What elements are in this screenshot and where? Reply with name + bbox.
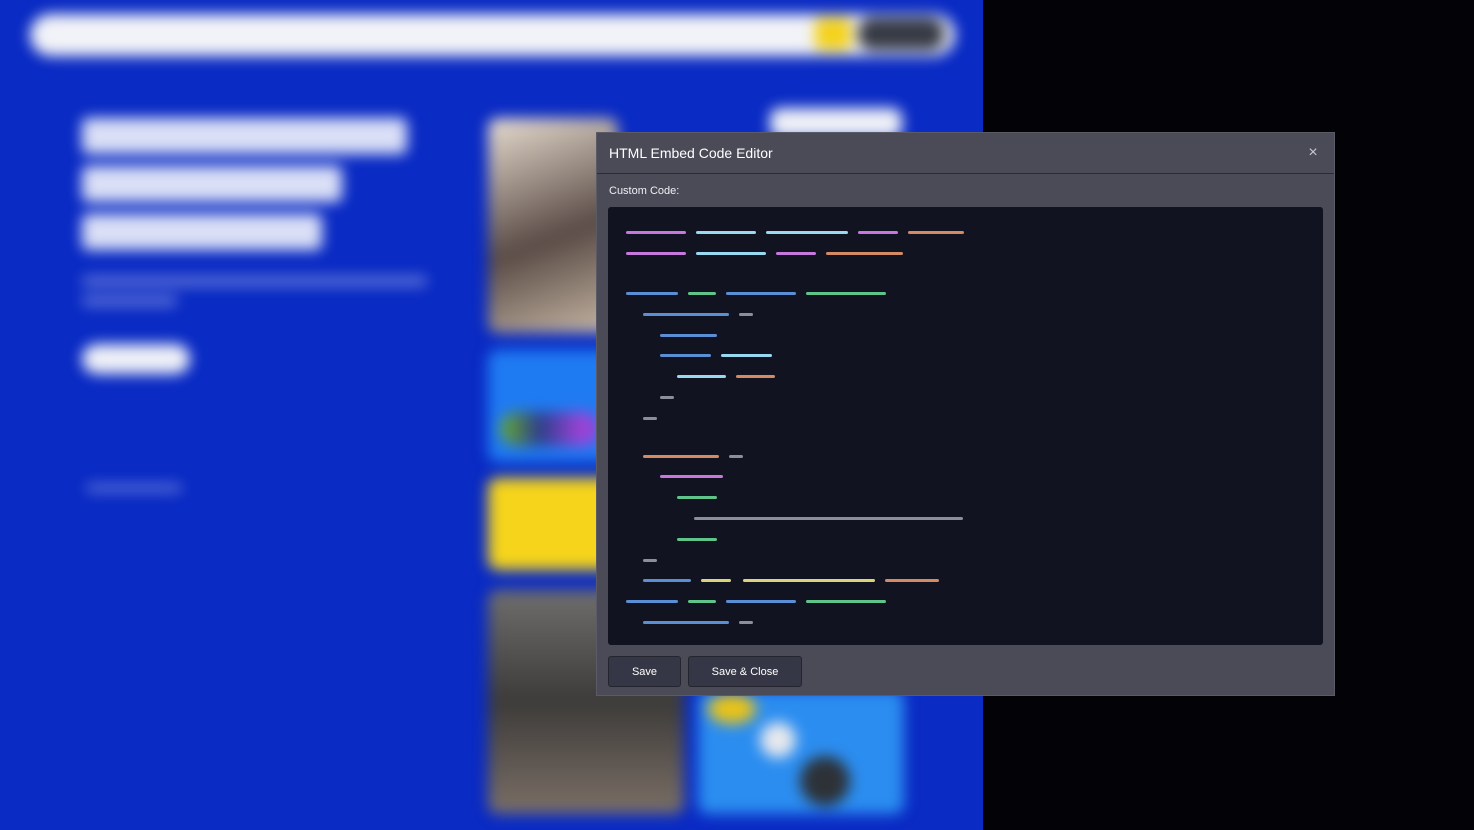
background-card-circle [760,722,796,758]
code-token [701,579,731,582]
background-nav-button [858,18,944,50]
code-token [743,579,875,582]
background-card-circle [800,756,850,806]
code-token [806,292,886,295]
code-token [643,455,719,458]
code-token [643,579,691,582]
code-token [626,292,678,295]
code-token [677,538,717,541]
code-token [739,621,753,624]
code-token [677,496,717,499]
code-token [826,252,903,255]
code-token [626,252,686,255]
code-token [721,354,772,357]
code-token [908,231,964,234]
close-icon[interactable]: × [1304,144,1322,162]
code-token [688,292,716,295]
dialog-header: HTML Embed Code Editor × [597,133,1334,174]
code-token [696,252,766,255]
html-embed-code-editor-dialog: HTML Embed Code Editor × Custom Code: Sa… [596,132,1335,696]
code-token [660,396,674,399]
code-token [726,292,796,295]
save-and-close-button[interactable]: Save & Close [688,656,802,687]
code-token [643,313,729,316]
code-token [858,231,898,234]
background-cta-button [82,344,190,374]
code-token [776,252,816,255]
code-token [736,375,775,378]
code-token [739,313,753,316]
code-token [626,600,678,603]
dialog-title: HTML Embed Code Editor [609,145,773,161]
code-token [729,455,743,458]
background-card-circle [708,694,756,724]
background-hero-line [82,166,342,202]
background-hero-line [82,118,407,154]
code-token [694,517,963,520]
code-token [643,621,729,624]
code-token [696,231,756,234]
background-sub-line [82,276,427,286]
code-token [688,600,716,603]
code-token [660,475,723,478]
background-card-dots [500,412,600,446]
code-token [726,600,796,603]
background-hero-line [82,214,322,250]
code-token [885,579,939,582]
code-token [626,231,686,234]
code-token [766,231,848,234]
code-token [806,600,886,603]
save-button[interactable]: Save [608,656,681,687]
code-token [677,375,726,378]
code-token [660,334,717,337]
custom-code-label: Custom Code: [609,185,680,197]
background-small-text [86,484,182,492]
background-sub-line [82,296,177,306]
code-token [643,559,657,562]
code-token [660,354,711,357]
custom-code-editor[interactable] [608,207,1323,645]
background-nav-accent [815,18,851,50]
code-token [643,417,657,420]
